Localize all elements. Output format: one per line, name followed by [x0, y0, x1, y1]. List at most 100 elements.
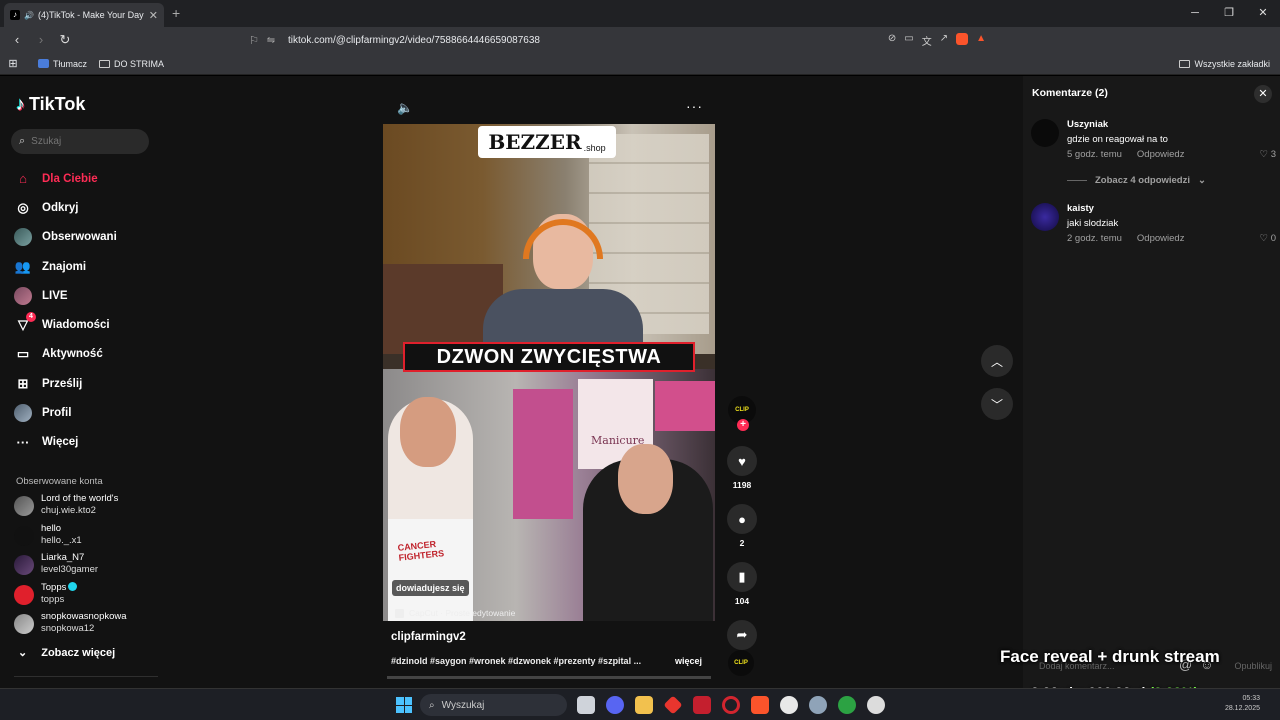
sponsor-logo: BEZZER .shop — [478, 126, 616, 158]
more-options-icon[interactable]: ··· — [686, 98, 703, 114]
brave-browser-icon[interactable] — [751, 696, 769, 714]
sidebar-item-for-you[interactable]: ⌂ Dla Ciebie — [14, 164, 117, 193]
menu-label: Wiadomości — [42, 319, 110, 332]
folder-icon[interactable] — [635, 696, 653, 714]
taskbar-search[interactable]: ⌕ Wyszukaj — [420, 694, 567, 716]
comment-meta: 5 godz. temu Odpowiedz — [1067, 149, 1184, 160]
avatar[interactable] — [1031, 203, 1059, 231]
reply-button[interactable]: Odpowiedz — [1137, 149, 1185, 160]
translate-icon[interactable]: 文 — [922, 33, 932, 48]
publish-button[interactable]: Opublikuj — [1234, 661, 1272, 671]
sidebar-item-profile[interactable]: Profil — [14, 398, 117, 427]
reply-button[interactable]: Odpowiedz — [1137, 233, 1185, 244]
url-bar[interactable]: ⚐ ⇋ tiktok.com/@clipfarmingv2/video/7588… — [246, 30, 996, 50]
search-icon: ⌕ — [19, 135, 26, 147]
view-replies[interactable]: Zobacz 4 odpowiedzi ⌄ — [1067, 175, 1206, 186]
comment-count: 2 — [739, 538, 745, 548]
music-disc-avatar[interactable]: CLIP — [728, 650, 754, 676]
learn-tag[interactable]: dowiadujesz się — [392, 580, 469, 596]
close-tab-icon[interactable]: ✕ — [149, 9, 158, 22]
video-player[interactable]: BEZZER .shop Manicure CANCER FIGHTERS DZ… — [383, 124, 715, 621]
tiktok-logo[interactable]: ♪ TikTok — [16, 94, 85, 115]
follow-plus-icon[interactable]: + — [737, 419, 749, 431]
opera-icon[interactable] — [722, 696, 740, 714]
sidebar-item-explore[interactable]: ◎ Odkryj — [14, 193, 117, 222]
sidebar-item-following[interactable]: Obserwowani — [14, 223, 117, 252]
video-progress-bar[interactable] — [387, 676, 711, 679]
brave-shield-icon[interactable] — [956, 32, 969, 45]
app-shield-icon[interactable] — [693, 696, 711, 714]
avatar[interactable] — [1031, 119, 1059, 147]
sidebar-item-live[interactable]: LIVE — [14, 281, 117, 310]
sidebar-item-more[interactable]: ··· Więcej — [14, 428, 117, 457]
search-input[interactable] — [31, 136, 132, 147]
reload-icon[interactable]: ↻ — [58, 32, 72, 48]
heart-outline-icon: ♡ — [1259, 233, 1269, 244]
restore-icon[interactable]: ❐ — [1212, 0, 1246, 27]
sidebar-item-friends[interactable]: 👥 Znajomi — [14, 252, 117, 281]
comment-action[interactable]: ● 2 — [727, 504, 757, 548]
comment-user[interactable]: Uszyniak — [1067, 119, 1108, 130]
avatar — [14, 496, 34, 516]
new-tab-icon[interactable]: + — [172, 5, 180, 21]
verified-icon — [68, 581, 78, 591]
browser-tab[interactable]: ♪ 🔊 (4)TikTok - Make Your Day ✕ — [4, 3, 164, 27]
heart-icon: ♥ — [727, 446, 757, 476]
followed-account[interactable]: Liarka_N7 level30gamer — [14, 552, 127, 582]
search-box[interactable]: ⌕ — [11, 129, 149, 154]
folder-icon — [99, 59, 111, 68]
close-comments-icon[interactable]: ✕ — [1254, 85, 1272, 103]
volume-icon[interactable]: 🔈 — [397, 100, 413, 116]
comment-user[interactable]: kaisty — [1067, 203, 1094, 214]
bookmark-icon[interactable]: ⚐ — [246, 34, 262, 47]
close-window-icon[interactable]: ✕ — [1246, 0, 1280, 27]
sidebar-item-messages[interactable]: ▽ 4 Wiadomości — [14, 310, 117, 339]
followed-account[interactable]: Topps topps — [14, 581, 127, 612]
minimize-icon[interactable]: ─ — [1178, 0, 1212, 27]
settings-icon[interactable] — [809, 696, 827, 714]
url-text[interactable]: tiktok.com/@clipfarmingv2/video/75886644… — [280, 35, 888, 46]
site-info-icon[interactable]: ⇋ — [262, 35, 280, 46]
video-description: #dzinold #saygon #wronek #dzwonek #preze… — [391, 656, 642, 666]
bookmark-folder-do-strima[interactable]: DO STRIMA — [99, 59, 164, 69]
apps-grid-icon[interactable]: ⊞ — [0, 57, 26, 70]
cast-icon[interactable]: ▭ — [904, 33, 913, 48]
comment-time: 5 godz. temu — [1067, 149, 1122, 160]
forward-icon[interactable]: › — [34, 32, 48, 48]
like-count: 0 — [1270, 233, 1276, 244]
account-name: hello — [41, 522, 62, 534]
comment-likes[interactable]: ♡ 3 — [1260, 149, 1276, 160]
windows-start-icon[interactable] — [396, 697, 412, 713]
translate-bookmark-icon — [38, 59, 49, 68]
file-manager-icon[interactable] — [577, 696, 595, 714]
comments-panel: Komentarze (2) ✕ Uszyniak gdzie on reago… — [1023, 76, 1280, 688]
app-red-diamond-icon[interactable] — [663, 695, 683, 715]
discord-icon[interactable] — [606, 696, 624, 714]
followed-account[interactable]: hello hello._.x1 — [14, 523, 127, 553]
video-author[interactable]: clipfarmingv2 — [391, 631, 466, 643]
comment-likes[interactable]: ♡ 0 — [1260, 233, 1276, 244]
all-bookmarks[interactable]: Wszystkie zakładki — [1179, 59, 1270, 69]
search-icon: ⌕ — [429, 699, 435, 711]
bookmark-translate[interactable]: Tłumacz — [38, 59, 87, 69]
description-more-link[interactable]: więcej — [675, 656, 702, 666]
back-icon[interactable]: ‹ — [10, 32, 24, 48]
system-tray-clock[interactable]: 05:33 28.12.2025 — [1225, 694, 1260, 714]
previous-video-button[interactable]: ︿ — [981, 345, 1013, 377]
no-translate-icon[interactable]: ⊘ — [888, 33, 896, 48]
sidebar-item-activity[interactable]: ▭ Aktywność — [14, 340, 117, 369]
brave-rewards-icon[interactable]: ▲ — [976, 33, 986, 48]
xbox-icon[interactable] — [838, 696, 856, 714]
sidebar-item-upload[interactable]: ⊞ Prześlij — [14, 369, 117, 398]
followed-account[interactable]: snopkowasnopkowa snopkowa12 — [14, 611, 127, 641]
see-more-accounts[interactable]: ⌄ Zobacz więcej — [18, 646, 115, 660]
steam-icon[interactable] — [780, 696, 798, 714]
next-video-button[interactable]: ﹀ — [981, 388, 1013, 420]
followed-account[interactable]: Lord of the world's chuj.wie.kto2 — [14, 493, 127, 523]
like-action[interactable]: ♥ 1198 — [727, 446, 757, 490]
creator-avatar[interactable]: CLIP + — [728, 396, 756, 431]
save-action[interactable]: ▮ 104 — [727, 562, 757, 606]
share-icon[interactable]: ↗ — [940, 33, 948, 48]
app-chrome-icon[interactable] — [867, 696, 885, 714]
capcut-tag[interactable]: CapCut · Proste edytowanie — [395, 608, 515, 618]
